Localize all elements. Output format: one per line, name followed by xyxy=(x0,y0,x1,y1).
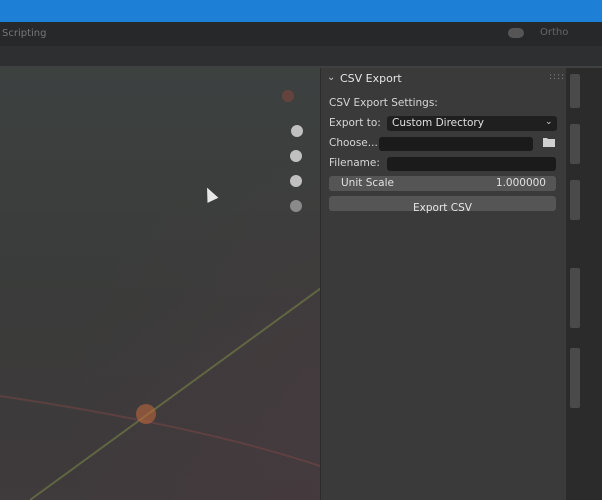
export-csv-label: Export CSV xyxy=(413,202,472,214)
unit-scale-label: Unit Scale xyxy=(341,177,394,189)
sidebar-tab-5[interactable] xyxy=(570,348,580,408)
move-view-icon[interactable] xyxy=(291,125,303,137)
workspace-label[interactable]: Scripting xyxy=(2,28,46,39)
zoom-icon[interactable] xyxy=(290,150,302,162)
panel-title: CSV Export xyxy=(340,72,402,85)
filename-field[interactable] xyxy=(387,157,556,171)
unit-scale-value: 1.000000 xyxy=(495,177,546,189)
folder-icon[interactable] xyxy=(543,137,555,147)
window-titlebar xyxy=(0,0,602,22)
sidebar-tab-1[interactable] xyxy=(570,74,580,108)
chevron-down-icon[interactable]: ⌄ xyxy=(327,72,335,83)
dropdown-arrow-icon: ⌄ xyxy=(545,117,553,127)
export-to-value: Custom Directory xyxy=(392,117,484,129)
filename-label: Filename: xyxy=(329,157,380,169)
sidebar-tab-3[interactable] xyxy=(570,180,580,220)
unit-scale-field[interactable]: Unit Scale 1.000000 xyxy=(329,176,556,191)
choose-label: Choose... xyxy=(329,137,378,149)
camera-icon[interactable] xyxy=(290,175,302,187)
export-csv-button[interactable]: Export CSV xyxy=(329,196,556,214)
sidebar-tabs xyxy=(566,68,602,500)
export-to-dropdown[interactable]: Custom Directory ⌄ xyxy=(387,116,557,131)
drag-handle-icon[interactable]: :::: xyxy=(549,72,565,82)
ortho-toggle-label[interactable]: Ortho xyxy=(540,27,568,38)
sidebar-tab-4[interactable] xyxy=(570,268,580,328)
header-bar: Scripting Ortho xyxy=(0,22,602,46)
panel-header[interactable]: ⌄ CSV Export :::: xyxy=(321,68,567,90)
csv-export-panel: ⌄ CSV Export :::: CSV Export Settings: E… xyxy=(320,68,567,500)
settings-heading: CSV Export Settings: xyxy=(329,97,438,109)
ortho-toggle-icon[interactable] xyxy=(508,28,524,38)
viewport-header xyxy=(0,46,602,66)
directory-path-field[interactable] xyxy=(379,137,533,151)
sidebar-tab-2[interactable] xyxy=(570,124,580,164)
perspective-icon[interactable] xyxy=(290,200,302,212)
origin-marker xyxy=(136,404,156,424)
export-to-label: Export to: xyxy=(329,117,381,129)
gizmo-red-dot xyxy=(282,90,294,102)
